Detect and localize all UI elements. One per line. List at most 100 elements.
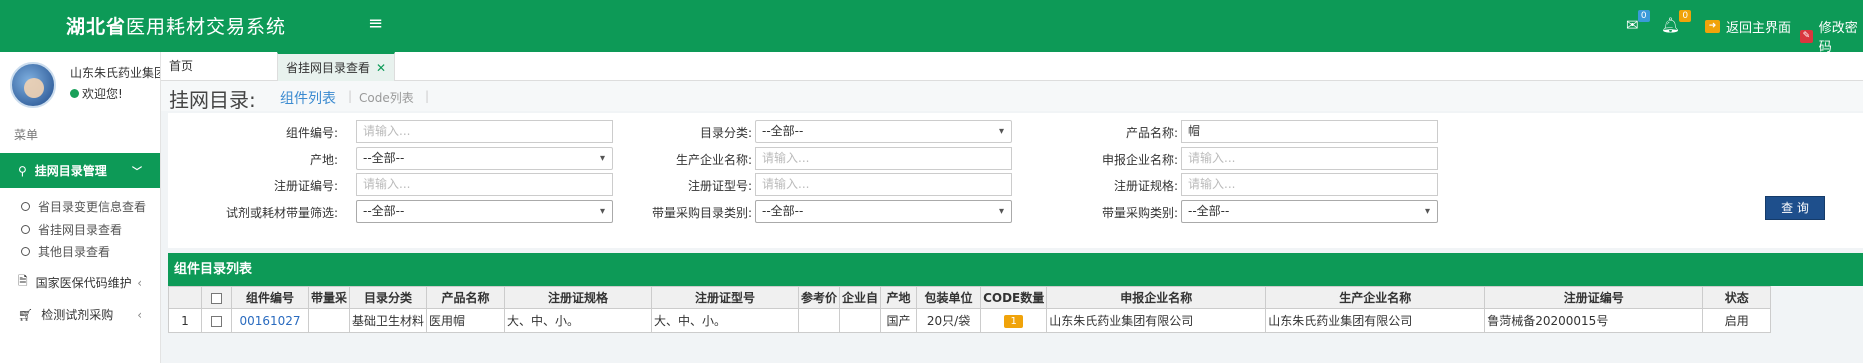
circle-icon <box>21 247 30 256</box>
column-header[interactable]: 参考价 <box>798 286 841 309</box>
reg-no-input[interactable]: 请输入... <box>356 173 613 196</box>
menu-title: 菜单 <box>14 128 39 142</box>
manufacturer-input[interactable]: 请输入... <box>755 147 1012 170</box>
applicant-cell: 山东朱氏药业集团有限公司 <box>1046 308 1267 333</box>
column-header[interactable]: 组件编号 <box>231 286 309 309</box>
table-row[interactable]: 1 00161027 基础卫生材料 医用帽 大、中、小。 大、中、小。 国产 2… <box>168 308 1772 333</box>
sidebar-item-medical-code[interactable]: 🗎︎ 国家医保代码维护 ‹ <box>0 272 160 293</box>
select-all-checkbox[interactable] <box>201 286 232 309</box>
key-icon: ✎ <box>1800 29 1813 43</box>
back-home-link[interactable]: ➜ 返回主界面 <box>1705 17 1791 36</box>
ref-price-cell <box>798 308 841 333</box>
tab-home[interactable]: 首页 <box>169 52 193 81</box>
company-name: 山东朱氏药业集团 <box>70 66 160 80</box>
catalog-class-label: 目录分类: <box>699 126 752 140</box>
document-icon: 🗎︎ <box>18 274 28 288</box>
column-header[interactable]: 包装单位 <box>916 286 982 309</box>
reg-no-label: 注册证编号: <box>273 179 338 193</box>
code-count-badge[interactable]: 1 <box>1004 315 1023 328</box>
exit-icon: ➜ <box>1705 20 1720 33</box>
column-header[interactable]: 注册证编号 <box>1484 286 1704 309</box>
column-header[interactable]: 产地 <box>880 286 918 309</box>
column-header[interactable]: 状态 <box>1702 286 1772 309</box>
welcome-text: 欢迎您! <box>70 85 123 102</box>
component-no-cell[interactable]: 00161027 <box>231 308 309 333</box>
trial-filter-select[interactable]: --全部-- <box>356 200 613 223</box>
bell-icon[interactable]: 🔔︎ 0 <box>1661 10 1692 34</box>
origin-cell: 国产 <box>880 308 918 333</box>
model-cell: 大、中、小。 <box>651 308 800 333</box>
tab-province-catalog[interactable]: 省挂网目录查看 ✕ <box>277 52 396 81</box>
applicant-input[interactable]: 请输入... <box>1181 147 1438 170</box>
tab-component-list[interactable]: 组件列表 <box>280 88 336 108</box>
column-header[interactable]: 注册证规格 <box>504 286 653 309</box>
sidebar-subitem-catalog-change[interactable]: 省目录变更信息查看 <box>21 198 146 215</box>
sidebar-item-reagent-purchase[interactable]: 🛒︎ 检测试剂采购 ‹ <box>0 306 160 323</box>
status-cell: 启用 <box>1702 308 1772 333</box>
component-no-input[interactable]: 请输入... <box>356 120 613 143</box>
origin-select[interactable]: --全部-- <box>356 147 613 170</box>
origin-label: 产地: <box>309 153 338 167</box>
separator: | <box>348 89 353 103</box>
chevron-left-icon: ‹ <box>137 307 142 322</box>
component-no-link[interactable]: 00161027 <box>239 314 300 328</box>
sidebar-item-catalog-management[interactable]: ⚲ 挂网目录管理 ﹀ <box>0 153 160 188</box>
circle-icon <box>21 202 30 211</box>
column-header[interactable]: 注册证型号 <box>651 286 800 309</box>
bell-count-badge: 0 <box>1679 10 1692 22</box>
catalog-class-cell: 基础卫生材料 <box>349 308 428 333</box>
mail-count-badge: 0 <box>1637 10 1650 22</box>
tab-bar: 首页 省挂网目录查看 ✕ <box>161 52 1863 81</box>
reg-model-label: 注册证型号: <box>687 179 752 193</box>
component-no-label: 组件编号: <box>285 126 338 140</box>
filter-panel: 组件编号: 请输入... 目录分类: --全部-- 产品名称: 帽 产地: --… <box>168 113 1863 248</box>
column-header[interactable]: CODE数量 <box>980 286 1048 309</box>
column-header[interactable]: 申报企业名称 <box>1046 286 1267 309</box>
online-status-icon <box>70 89 79 98</box>
separator: | <box>425 89 430 103</box>
list-title: 组件目录列表 <box>168 253 1863 286</box>
query-button[interactable]: 查 询 <box>1765 196 1825 220</box>
product-name-label: 产品名称: <box>1125 126 1178 140</box>
reg-spec-label: 注册证规格: <box>1113 179 1178 193</box>
chevron-left-icon: ‹ <box>137 275 142 290</box>
reg-spec-input[interactable]: 请输入... <box>1181 173 1438 196</box>
volume-catalog-select[interactable]: --全部-- <box>755 200 1012 223</box>
volume-catalog-label: 带量采购目录类别: <box>651 206 752 220</box>
mail-icon[interactable]: ✉ 0 <box>1626 10 1650 34</box>
manufacturer-label: 生产企业名称: <box>675 153 752 167</box>
column-header[interactable]: 带量采 <box>307 286 351 309</box>
pack-unit-cell: 20只/袋 <box>916 308 982 333</box>
column-header[interactable]: 产品名称 <box>426 286 506 309</box>
tab-code-list[interactable]: Code列表 <box>359 89 414 106</box>
reg-no-cell: 鲁菏械备20200015号 <box>1484 308 1704 333</box>
code-count-cell[interactable]: 1 <box>980 308 1048 333</box>
volume-class-label: 带量采购类别: <box>1101 206 1178 220</box>
sidebar: 山东朱氏药业集团 欢迎您! 菜单 ⚲ 挂网目录管理 ﹀ 省目录变更信息查看 省挂… <box>0 52 161 363</box>
close-icon[interactable]: ✕ <box>376 61 386 75</box>
app-title: 湖北省医用耗材交易系统 <box>66 16 287 38</box>
column-header[interactable]: 目录分类 <box>349 286 428 309</box>
column-header[interactable]: 生产企业名称 <box>1265 286 1486 309</box>
sidebar-subitem-other-catalog[interactable]: 其他目录查看 <box>21 243 110 260</box>
chevron-down-icon: ﹀ <box>132 167 142 178</box>
page-title: 挂网目录: <box>169 88 256 112</box>
table-header-row: 组件编号 带量采 目录分类 产品名称 注册证规格 注册证型号 参考价 企业自 产… <box>168 286 1772 309</box>
volume-class-select[interactable]: --全部-- <box>1181 200 1438 223</box>
reg-model-input[interactable]: 请输入... <box>755 173 1012 196</box>
catalog-class-select[interactable]: --全部-- <box>755 120 1012 143</box>
own-cell <box>839 308 882 333</box>
row-index: 1 <box>168 308 202 333</box>
cart-icon: 🛒︎ <box>18 307 34 322</box>
column-header <box>168 286 202 309</box>
page-header: 挂网目录: 组件列表 | Code列表 | <box>161 81 1863 112</box>
volume-cell <box>307 308 351 333</box>
change-password-link[interactable]: ✎ 修改密码 <box>1800 17 1863 55</box>
row-checkbox[interactable] <box>201 308 232 333</box>
manufacturer-cell: 山东朱氏药业集团有限公司 <box>1265 308 1486 333</box>
sidebar-subitem-province-catalog[interactable]: 省挂网目录查看 <box>21 221 122 238</box>
menu-toggle-icon[interactable]: ≡ <box>368 13 383 34</box>
product-name-cell: 医用帽 <box>426 308 506 333</box>
product-name-input[interactable]: 帽 <box>1181 120 1438 143</box>
column-header[interactable]: 企业自 <box>839 286 882 309</box>
